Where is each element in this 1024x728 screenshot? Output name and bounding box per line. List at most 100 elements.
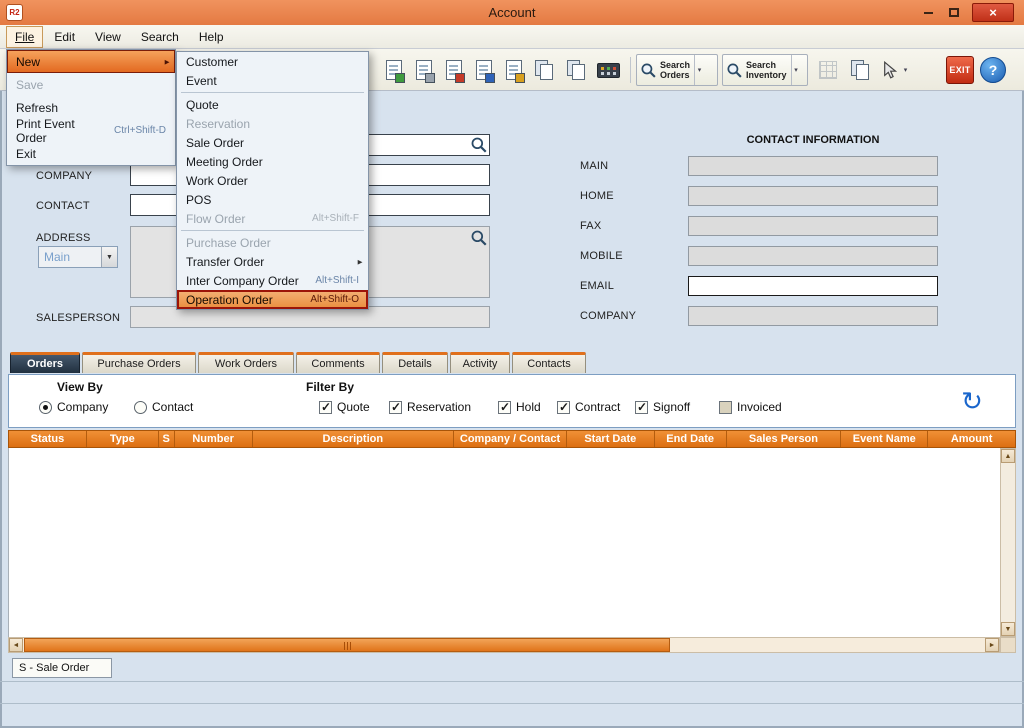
tab-contacts[interactable]: Contacts (512, 352, 586, 373)
toolbar-document-button-2[interactable] (410, 55, 438, 85)
menu-item-new[interactable]: New (7, 50, 175, 73)
chevron-down-icon[interactable]: ▾ (791, 55, 801, 85)
mobile-field[interactable] (688, 246, 938, 266)
tab-activity[interactable]: Activity (450, 352, 510, 373)
filter-quote-checkbox[interactable] (319, 401, 332, 414)
view-by-contact-radio[interactable] (134, 401, 147, 414)
menu-item-reservation[interactable]: Reservation (177, 114, 368, 133)
column-s[interactable]: S (159, 431, 175, 447)
tab-orders[interactable]: Orders (10, 352, 80, 373)
filter-contract-checkbox[interactable] (557, 401, 570, 414)
titlebar[interactable]: R2 Account × (0, 0, 1024, 25)
toolbar-separator (630, 57, 631, 83)
menu-view[interactable]: View (86, 26, 130, 48)
menu-item-exit[interactable]: Exit (7, 142, 175, 165)
scroll-left-icon[interactable]: ◄ (9, 638, 23, 652)
close-icon: × (989, 5, 997, 20)
scroll-down-icon[interactable]: ▼ (1001, 622, 1015, 636)
menu-item-transfer-order[interactable]: Transfer Order (177, 252, 368, 271)
menu-item-sale-order[interactable]: Sale Order (177, 133, 368, 152)
scroll-up-icon[interactable]: ▲ (1001, 449, 1015, 463)
close-button[interactable]: × (972, 3, 1014, 22)
documents-stack-icon (535, 60, 554, 81)
toolbar-documents-stack-button-2[interactable] (562, 55, 590, 85)
column-amount[interactable]: Amount (928, 431, 1015, 447)
column-status[interactable]: Status (9, 431, 87, 447)
filter-panel: View By Company Contact Filter By Quote … (8, 374, 1016, 428)
scrollbar-thumb[interactable] (24, 638, 670, 652)
main-phone-field[interactable] (688, 156, 938, 176)
email-field[interactable] (688, 276, 938, 296)
shortcut-label: Alt+Shift-F (304, 213, 359, 224)
filter-invoiced-checkbox[interactable] (719, 401, 732, 414)
menu-edit[interactable]: Edit (45, 26, 84, 48)
tab-work-orders[interactable]: Work Orders (198, 352, 294, 373)
company-phone-label: COMPANY (580, 310, 636, 322)
menu-item-save[interactable]: Save (7, 73, 175, 96)
menu-item-flow-order[interactable]: Flow Order Alt+Shift-F (177, 209, 368, 228)
search-inventory-button[interactable]: Search Inventory ▾ (722, 54, 808, 86)
search-icon[interactable] (470, 229, 488, 247)
menu-item-quote[interactable]: Quote (177, 95, 368, 114)
address-type-dropdown[interactable]: Main ▼ (38, 246, 118, 268)
vertical-scrollbar[interactable]: ▲ ▼ (1000, 448, 1016, 637)
view-by-contact-label: Contact (152, 400, 193, 414)
menu-help[interactable]: Help (190, 26, 233, 48)
chevron-down-icon[interactable]: ▼ (101, 247, 117, 267)
minimize-button[interactable] (916, 4, 940, 21)
menu-search[interactable]: Search (132, 26, 188, 48)
horizontal-scrollbar[interactable]: ◄ ► (8, 637, 1000, 653)
menu-item-meeting-order[interactable]: Meeting Order (177, 152, 368, 171)
menu-item-print-event-order[interactable]: Print Event Order Ctrl+Shift-D (7, 119, 175, 142)
column-end-date[interactable]: End Date (655, 431, 727, 447)
scroll-right-icon[interactable]: ► (985, 638, 999, 652)
toolbar-documents-stack-button-1[interactable] (530, 55, 558, 85)
company-phone-field[interactable] (688, 306, 938, 326)
view-by-company-radio[interactable] (39, 401, 52, 414)
menu-item-event[interactable]: Event (177, 71, 368, 90)
toolbar-document-button-1[interactable] (380, 55, 408, 85)
filter-reservation-checkbox[interactable] (389, 401, 402, 414)
menu-file[interactable]: File (6, 26, 43, 48)
menu-item-operation-order[interactable]: Operation Order Alt+Shift-O (177, 290, 368, 309)
menu-item-work-order[interactable]: Work Order (177, 171, 368, 190)
view-by-company-label: Company (57, 400, 108, 414)
fax-field[interactable] (688, 216, 938, 236)
menu-item-pos[interactable]: POS (177, 190, 368, 209)
menu-item-purchase-order[interactable]: Purchase Order (177, 233, 368, 252)
filter-signoff-checkbox[interactable] (635, 401, 648, 414)
maximize-button[interactable] (942, 4, 966, 21)
toolbar-grid-button[interactable] (814, 55, 842, 85)
menu-separator (181, 230, 364, 231)
search-icon[interactable] (470, 136, 488, 154)
column-start-date[interactable]: Start Date (567, 431, 655, 447)
home-phone-field[interactable] (688, 186, 938, 206)
toolbar-copy-button[interactable] (846, 55, 874, 85)
toolbar-document-button-4[interactable] (470, 55, 498, 85)
column-sales-person[interactable]: Sales Person (727, 431, 842, 447)
help-button[interactable]: ? (980, 57, 1006, 83)
tab-comments[interactable]: Comments (296, 352, 380, 373)
menu-item-inter-company-order[interactable]: Inter Company Order Alt+Shift-I (177, 271, 368, 290)
exit-button[interactable]: EXIT (946, 56, 974, 84)
menu-item-customer[interactable]: Customer (177, 52, 368, 71)
shortcut-label: Alt+Shift-I (307, 275, 359, 286)
hand-pointer-icon (882, 61, 897, 79)
tab-purchase-orders[interactable]: Purchase Orders (82, 352, 196, 373)
toolbar-document-button-5[interactable] (500, 55, 528, 85)
filter-hold-checkbox[interactable] (498, 401, 511, 414)
tab-details[interactable]: Details (382, 352, 448, 373)
column-company-contact[interactable]: Company / Contact (454, 431, 567, 447)
chevron-down-icon[interactable]: ▾ (694, 55, 704, 85)
main-label: MAIN (580, 160, 608, 172)
column-type[interactable]: Type (87, 431, 159, 447)
requery-button[interactable]: ↻ (953, 381, 991, 421)
toolbar-pos-keyboard-button[interactable] (594, 55, 622, 85)
chevron-down-icon[interactable]: ▾ (901, 55, 911, 85)
toolbar-pointer-button[interactable]: ▾ (878, 55, 914, 85)
column-description[interactable]: Description (253, 431, 455, 447)
search-orders-button[interactable]: Search Orders ▾ (636, 54, 718, 86)
column-event-name[interactable]: Event Name (841, 431, 928, 447)
toolbar-document-button-3[interactable] (440, 55, 468, 85)
column-number[interactable]: Number (175, 431, 253, 447)
